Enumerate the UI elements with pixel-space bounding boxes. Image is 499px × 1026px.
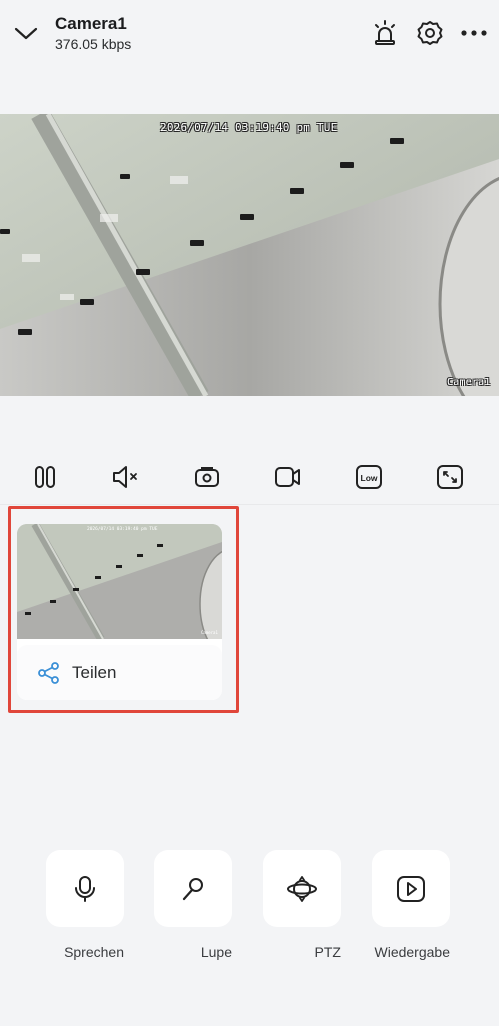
video-timestamp: 2026/07/14 03:19:40 pm TUE bbox=[160, 121, 338, 134]
playback-icon[interactable] bbox=[372, 850, 450, 927]
video-camera-label: Camera1 bbox=[447, 377, 491, 388]
action-bar: Sprechen Lupe PTZ Wiedergabe bbox=[0, 850, 499, 970]
magnifier-action[interactable]: Lupe bbox=[154, 850, 232, 970]
gear-icon[interactable] bbox=[414, 17, 446, 49]
microphone-icon[interactable] bbox=[46, 850, 124, 927]
snapshot-icon[interactable] bbox=[189, 459, 225, 495]
snapshot-thumbnail[interactable]: 2026/07/14 03:19:40 pm TUE Camera1 bbox=[17, 524, 222, 639]
more-dots-icon[interactable] bbox=[458, 17, 490, 49]
fullscreen-icon[interactable] bbox=[432, 459, 468, 495]
ptz-icon[interactable] bbox=[263, 850, 341, 927]
camera-title: Camera1 bbox=[55, 14, 127, 33]
bitrate-text: 376.05 kbps bbox=[55, 36, 132, 52]
video-frame-image bbox=[0, 114, 499, 396]
ptz-action[interactable]: PTZ bbox=[263, 850, 341, 970]
alarm-light-icon[interactable] bbox=[369, 17, 401, 49]
thumb-camera-label: Camera1 bbox=[201, 630, 218, 635]
snapshot-card: 2026/07/14 03:19:40 pm TUE Camera1 Teile… bbox=[17, 524, 222, 700]
speak-action[interactable]: Sprechen bbox=[46, 850, 124, 970]
playback-label: Wiedergabe bbox=[374, 944, 451, 960]
share-button[interactable]: Teilen bbox=[17, 645, 222, 700]
live-video[interactable]: 2026/07/14 03:19:40 pm TUE Camera1 bbox=[0, 114, 499, 396]
magnifier-label: Lupe bbox=[200, 944, 232, 960]
chevron-down-icon[interactable] bbox=[12, 22, 40, 46]
speak-label: Sprechen bbox=[64, 944, 124, 960]
quality-label: Low bbox=[361, 473, 378, 483]
ptz-label: PTZ bbox=[314, 944, 341, 960]
share-label: Teilen bbox=[72, 662, 117, 682]
pause-icon[interactable] bbox=[27, 459, 63, 495]
divider bbox=[0, 504, 499, 505]
player-controls: Low bbox=[0, 455, 499, 499]
header: Camera1 376.05 kbps bbox=[0, 0, 499, 70]
mute-icon[interactable] bbox=[108, 459, 144, 495]
playback-action[interactable]: Wiedergabe bbox=[372, 850, 450, 970]
thumb-timestamp: 2026/07/14 03:19:40 pm TUE bbox=[87, 526, 158, 532]
share-icon bbox=[37, 661, 61, 685]
magnifier-icon[interactable] bbox=[154, 850, 232, 927]
record-icon[interactable] bbox=[270, 459, 306, 495]
quality-icon[interactable]: Low bbox=[351, 459, 387, 495]
